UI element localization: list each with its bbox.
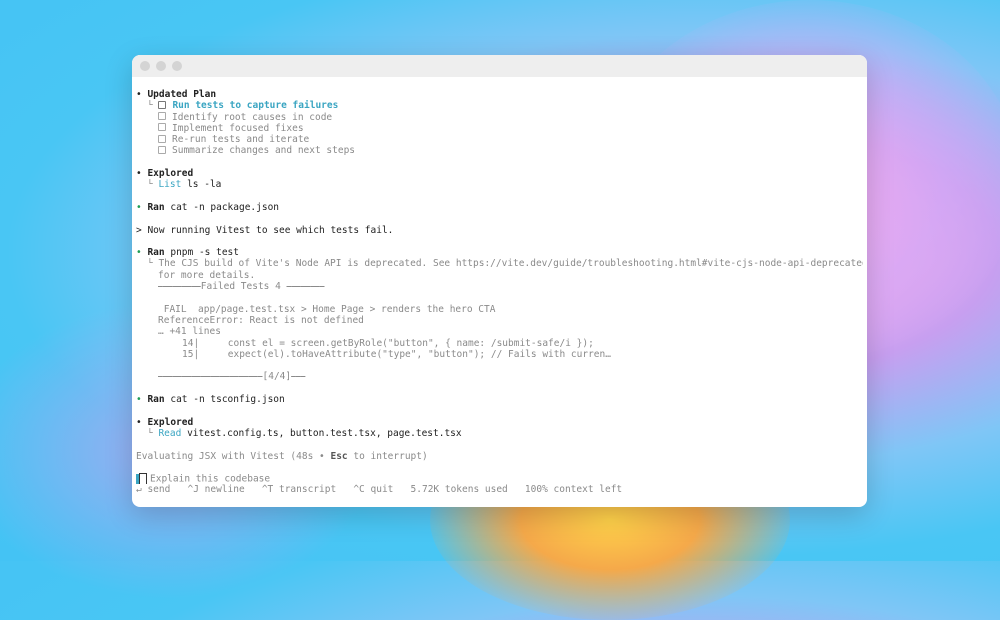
bullet-icon: • [136, 394, 148, 406]
command-output-line: └ The CJS build of Vite's Node API is de… [147, 258, 863, 270]
ran-command: • Ran cat -n tsconfig.json [136, 394, 285, 406]
plan-item: └ Run tests to capture failures [147, 100, 339, 112]
ran-command: • Ran pnpm -s test [136, 247, 239, 259]
command-output-line: 15| expect(el).toHaveAttribute("type", "… [182, 348, 611, 360]
checkbox-icon [158, 112, 166, 121]
title-bar [132, 55, 867, 77]
plan-header: • Updated Plan [136, 89, 217, 100]
plan-item: Implement focused fixes [136, 123, 863, 134]
explored-entry: └ Read vitest.config.ts, button.test.tsx… [147, 427, 462, 439]
command-output-line: 14| const el = screen.getByRole("button"… [182, 337, 594, 349]
terminal-output: • Updated Plan └ Run tests to capture fa… [136, 89, 863, 496]
command-output-line [136, 292, 863, 303]
prompt-placeholder: Explain this codebase [150, 473, 271, 485]
cursor-icon [139, 473, 147, 485]
command-output-line: … +41 lines [158, 326, 221, 338]
ran-command: • Ran cat -n package.json [136, 201, 280, 213]
checkbox-icon [158, 134, 166, 143]
assistant-message: > Now running Vitest to see which tests … [136, 224, 394, 236]
terminal-window: • Updated Plan └ Run tests to capture fa… [132, 55, 867, 507]
explored-header: • Explored [136, 168, 194, 180]
command-output-line: ⎯⎯⎯⎯⎯⎯⎯⎯⎯Failed Tests 4 ⎯⎯⎯⎯⎯⎯⎯⎯ [158, 281, 325, 293]
command-output-line: for more details. [158, 269, 256, 281]
explored-header: • Explored [136, 416, 194, 428]
command-output-line: ⎯⎯⎯⎯⎯⎯⎯⎯⎯⎯⎯⎯⎯⎯⎯⎯⎯⎯⎯⎯⎯⎯[4/4]⎯⎯⎯ [158, 371, 306, 383]
checkbox-icon [158, 123, 166, 132]
plan-item: Re-run tests and iterate [136, 134, 863, 145]
checkbox-icon [158, 100, 167, 109]
checkbox-icon [158, 145, 166, 154]
command-output-line: FAIL app/page.test.tsx > Home Page > ren… [158, 303, 496, 315]
close-window-button[interactable] [140, 61, 150, 71]
status-line: Evaluating JSX with Vitest (48s • Esc to… [136, 450, 428, 462]
command-output-line: ReferenceError: React is not defined [158, 314, 364, 326]
plan-item: Summarize changes and next steps [136, 145, 863, 156]
bullet-icon: • [136, 89, 148, 100]
prompt-input[interactable]: Explain this codebase [136, 473, 863, 485]
minimize-window-button[interactable] [156, 61, 166, 71]
bullet-icon: • [136, 247, 148, 259]
bullet-icon: • [136, 416, 148, 428]
explored-entry: └ List ls -la [147, 179, 222, 191]
plan-item: Identify root causes in code [136, 112, 863, 123]
key-hints-footer: ↵ send ^J newline ^T transcript ^C quit … [136, 484, 623, 496]
bullet-icon: • [136, 168, 148, 180]
maximize-window-button[interactable] [172, 61, 182, 71]
command-output-line [136, 360, 863, 371]
bullet-icon: • [136, 201, 148, 213]
